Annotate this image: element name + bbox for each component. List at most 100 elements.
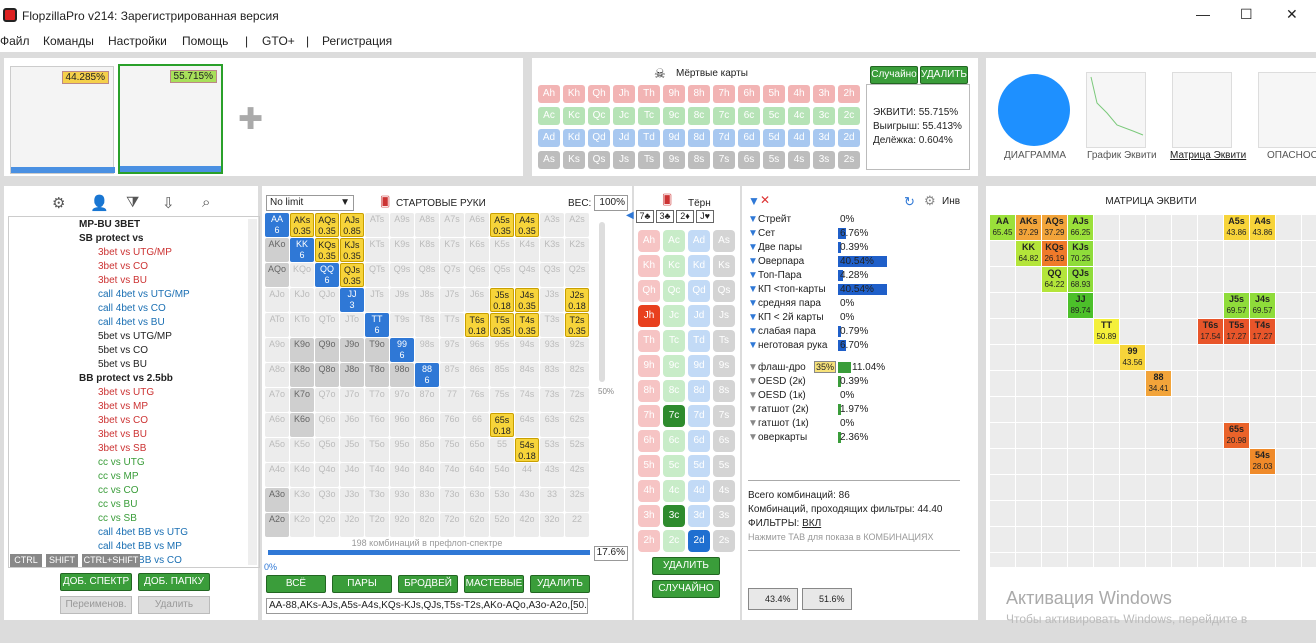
- range-cell[interactable]: 43s: [540, 463, 564, 487]
- menu-item[interactable]: Помощь: [182, 34, 228, 48]
- equity-cell[interactable]: AJs 66.25: [1068, 215, 1093, 240]
- range-cell[interactable]: 94s: [515, 338, 539, 362]
- range-cell[interactable]: 96o: [390, 413, 414, 437]
- inverse-label[interactable]: Инв: [942, 196, 960, 207]
- range-cell[interactable]: 52o: [490, 513, 514, 537]
- range-cell[interactable]: 66: [465, 413, 489, 437]
- range-cell[interactable]: JTs: [365, 288, 389, 312]
- turn-card[interactable]: 3c: [663, 505, 685, 527]
- dead-card[interactable]: Ad: [538, 129, 560, 147]
- range-cell[interactable]: 65s 0.18: [490, 413, 514, 437]
- range-cell[interactable]: Q3s: [540, 263, 564, 287]
- dead-card[interactable]: 8c: [688, 107, 710, 125]
- range-cell[interactable]: J6s: [465, 288, 489, 312]
- range-cell[interactable]: AQs 0.35: [315, 213, 339, 237]
- dead-card[interactable]: 4s: [788, 151, 810, 169]
- add-player-icon[interactable]: ✚: [238, 102, 263, 137]
- range-cell[interactable]: J7s: [440, 288, 464, 312]
- range-cell[interactable]: J9o: [340, 338, 364, 362]
- range-cell[interactable]: J6o: [340, 413, 364, 437]
- menu-item[interactable]: Настройки: [108, 34, 167, 48]
- range-cell[interactable]: A6s: [465, 213, 489, 237]
- range-cell[interactable]: Q5o: [315, 438, 339, 462]
- turn-card[interactable]: 8c: [663, 380, 685, 402]
- equity-graph-view[interactable]: [1086, 72, 1146, 148]
- equity-cell[interactable]: T4s 17.27: [1250, 319, 1275, 344]
- range-cell[interactable]: 99 6: [390, 338, 414, 362]
- turn-card[interactable]: As: [713, 230, 735, 252]
- tree-item[interactable]: 3bet vs BU: [98, 429, 147, 440]
- turn-card[interactable]: Ah: [638, 230, 660, 252]
- menu-item[interactable]: Файл: [0, 34, 30, 48]
- range-cell[interactable]: T4s 0.35: [515, 313, 539, 337]
- range-cell[interactable]: Q3o: [315, 488, 339, 512]
- dead-card[interactable]: 6s: [738, 151, 760, 169]
- range-cell[interactable]: 54o: [490, 463, 514, 487]
- range-cell[interactable]: 72s: [565, 388, 589, 412]
- range-cell[interactable]: A3o: [265, 488, 289, 512]
- range-cell[interactable]: 65o: [465, 438, 489, 462]
- add-spectrum-button[interactable]: ДОБ. СПЕКТР: [60, 573, 132, 591]
- range-cell[interactable]: J3s: [540, 288, 564, 312]
- range-cell[interactable]: 62s: [565, 413, 589, 437]
- dead-card[interactable]: 4h: [788, 85, 810, 103]
- range-cell[interactable]: T6o: [365, 413, 389, 437]
- dead-card[interactable]: 4c: [788, 107, 810, 125]
- stat-filter-icon[interactable]: ▼: [748, 432, 758, 443]
- turn-card[interactable]: Td: [688, 330, 710, 352]
- range-cell[interactable]: K5o: [290, 438, 314, 462]
- range-cell[interactable]: A8s: [415, 213, 439, 237]
- turn-card[interactable]: 2c: [663, 530, 685, 552]
- filter-button-1[interactable]: 43.4%: [748, 588, 798, 610]
- dead-card[interactable]: Kd: [563, 129, 585, 147]
- clear-filter-icon[interactable]: ✕: [760, 193, 770, 207]
- range-cell[interactable]: 93o: [390, 488, 414, 512]
- tree-item[interactable]: 3bet vs CO: [98, 415, 148, 426]
- stat-filter-icon[interactable]: ▼: [748, 326, 758, 337]
- range-cell[interactable]: 87o: [415, 388, 439, 412]
- range-cell[interactable]: Q7o: [315, 388, 339, 412]
- dead-card[interactable]: Jd: [613, 129, 635, 147]
- range-cell[interactable]: K6s: [465, 238, 489, 262]
- equity-cell[interactable]: QJs 68.93: [1068, 267, 1093, 292]
- turn-card[interactable]: Qc: [663, 280, 685, 302]
- range-cell[interactable]: 52s: [565, 438, 589, 462]
- stat-filter-icon[interactable]: ▼: [748, 362, 758, 373]
- refresh-icon[interactable]: ↻: [904, 194, 915, 210]
- rename-button[interactable]: Переименов.: [60, 596, 132, 614]
- range-cell[interactable]: 64o: [465, 463, 489, 487]
- range-cell[interactable]: 76o: [440, 413, 464, 437]
- equity-cell[interactable]: AQs 37.29: [1042, 215, 1067, 240]
- limit-select[interactable]: No limit ▼: [266, 195, 354, 211]
- equity-cell[interactable]: T6s 17.54: [1198, 319, 1223, 344]
- range-cell[interactable]: 86o: [415, 413, 439, 437]
- range-cell[interactable]: 82s: [565, 363, 589, 387]
- range-cell[interactable]: AKo: [265, 238, 289, 262]
- range-cell[interactable]: 97s: [440, 338, 464, 362]
- menu-item[interactable]: GTO+: [262, 34, 295, 48]
- tree-item[interactable]: call 4bet vs UTG/MP: [98, 289, 190, 300]
- settings-icon[interactable]: ⚙: [52, 194, 65, 212]
- turn-card[interactable]: 6h: [638, 430, 660, 452]
- tree-item[interactable]: cc vs CO: [98, 485, 139, 496]
- range-cell[interactable]: J5s 0.18: [490, 288, 514, 312]
- range-cell[interactable]: 54s 0.18: [515, 438, 539, 462]
- range-cell[interactable]: Q9s: [390, 263, 414, 287]
- range-cell[interactable]: A8o: [265, 363, 289, 387]
- equity-cell[interactable]: 65s 20.98: [1224, 423, 1249, 448]
- range-cell[interactable]: J2s 0.18: [565, 288, 589, 312]
- dead-card[interactable]: Tc: [638, 107, 660, 125]
- danger-view[interactable]: [1258, 72, 1316, 148]
- range-cell[interactable]: Q6o: [315, 413, 339, 437]
- range-cell[interactable]: T8s: [415, 313, 439, 337]
- tree-item[interactable]: 5bet vs BU: [98, 359, 147, 370]
- range-cell[interactable]: K4s: [515, 238, 539, 262]
- maximize-icon[interactable]: ☐: [1240, 6, 1253, 23]
- dead-card[interactable]: 5c: [763, 107, 785, 125]
- range-cell[interactable]: T7o: [365, 388, 389, 412]
- equity-cell[interactable]: JJ 89.74: [1068, 293, 1093, 318]
- range-cell[interactable]: T9o: [365, 338, 389, 362]
- thumb-player1[interactable]: 44.285%: [10, 66, 115, 174]
- range-cell[interactable]: 55: [490, 438, 514, 462]
- stat-filter-icon[interactable]: ▼: [748, 404, 758, 415]
